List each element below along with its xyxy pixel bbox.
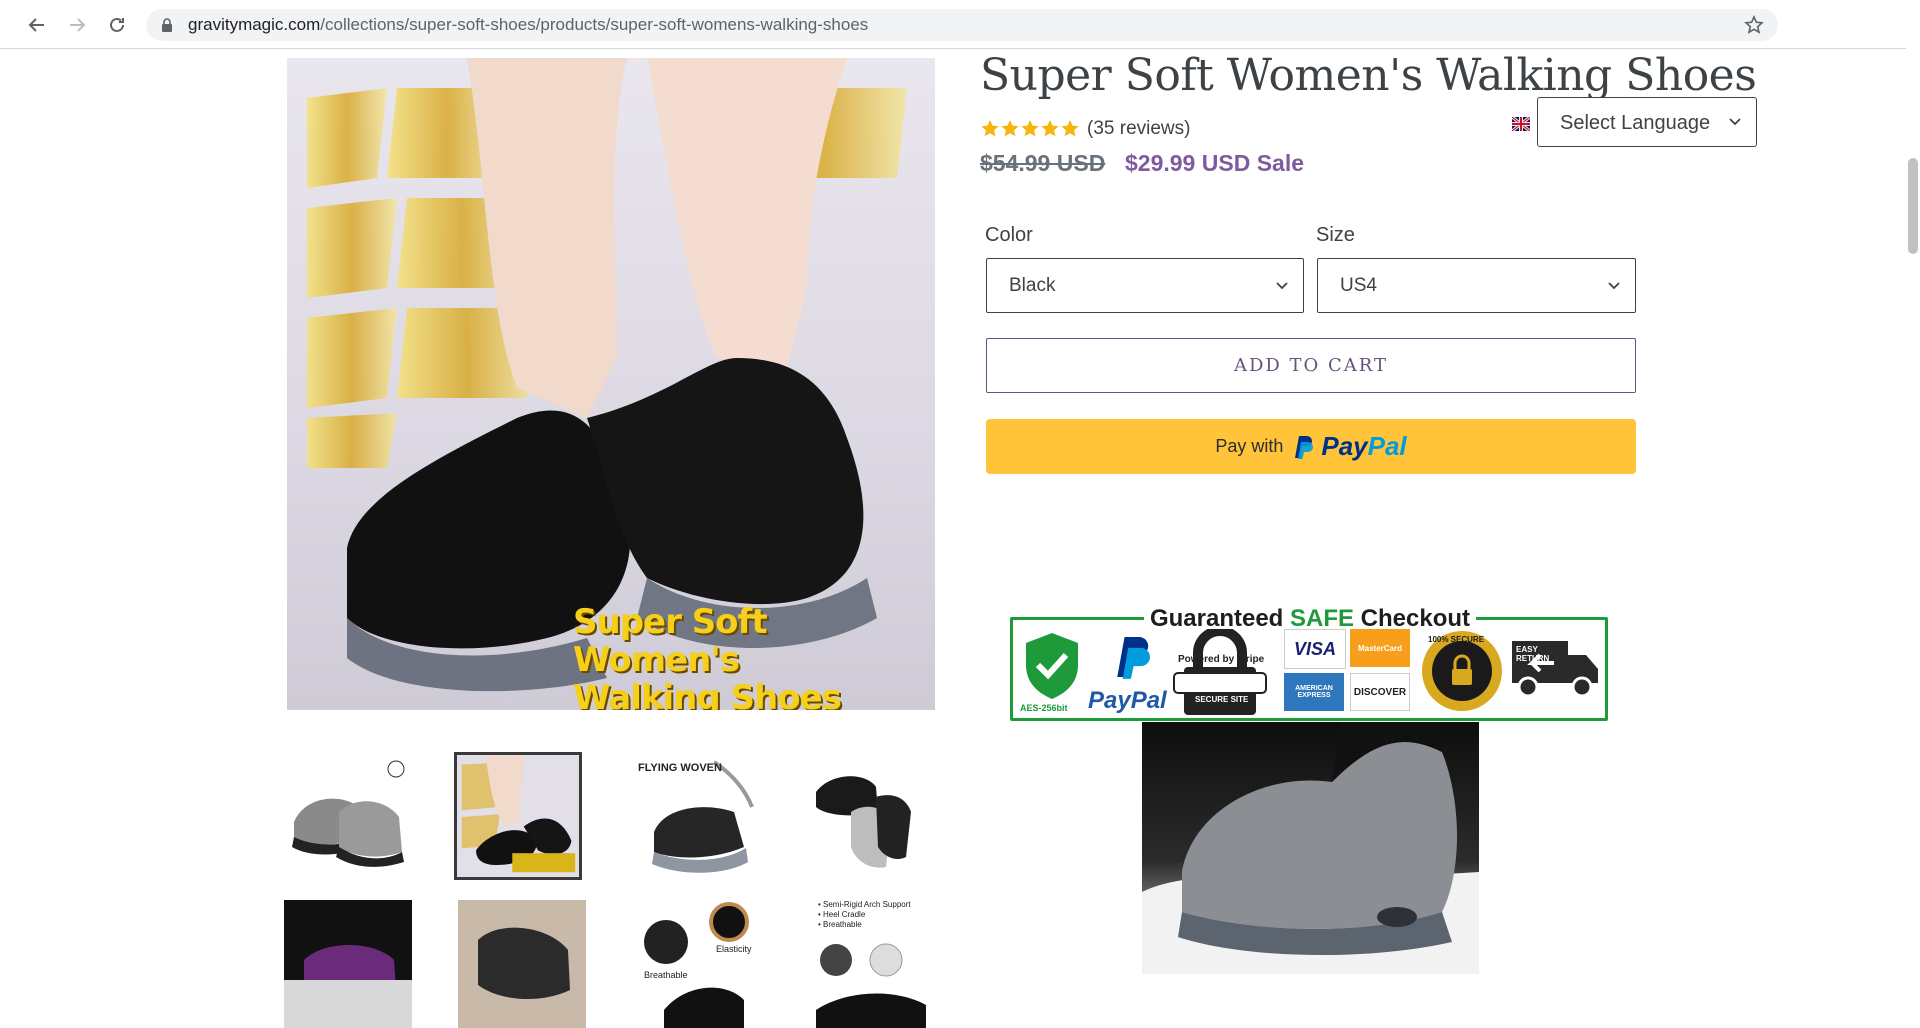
gray-shoe-image [1142,722,1479,974]
chevron-down-icon [1729,118,1741,126]
safe-checkout-badge: Guaranteed SAFE Checkout AES-256bit PayP… [1010,605,1610,723]
paypal-badge-label: PayPal [1088,687,1167,714]
arch-support-thumb-image [816,943,926,1028]
reload-icon [110,17,124,32]
main-image-caption: Super Soft Women's Walking Shoes [573,602,842,710]
product-thumbnail[interactable]: Elasticity Breathable [634,900,762,1028]
reload-button[interactable] [102,10,132,40]
product-thumbnail[interactable] [806,752,934,880]
chevron-down-icon [1608,282,1620,290]
aes-label: AES-256bit [1020,703,1068,713]
address-bar[interactable]: gravitymagic.com/collections/super-soft-… [146,9,1778,41]
main-product-image[interactable]: Super Soft Women's Walking Shoes [287,58,935,710]
walking-shoes-thumb-image [458,900,586,1028]
language-dropdown[interactable]: Select Language [1537,97,1757,147]
uk-flag-icon [1512,117,1530,131]
product-thumbnail[interactable] [284,752,412,880]
lock-icon [162,18,172,32]
thumb-caption: FLYING WOVEN [638,762,722,774]
bookmark-star-icon[interactable] [1744,15,1764,35]
visa-card-icon: VISA [1284,629,1346,669]
paypal-logo-icon [1295,435,1314,459]
paypal-wordmark: PayPal [1321,431,1407,461]
color-select[interactable]: Black [986,258,1304,313]
page-scrollbar[interactable] [1906,48,1920,994]
browser-toolbar: gravitymagic.com/collections/super-soft-… [0,0,1920,49]
scrollbar-thumb[interactable] [1908,158,1918,254]
forward-button[interactable] [62,10,92,40]
thumb-label: Breathable [644,970,688,980]
mastercard-icon: MasterCard [1350,629,1410,667]
product-title: Super Soft Women's Walking Shoes [980,50,1757,101]
paypal-logo-icon [1117,637,1150,679]
size-label: Size [1316,224,1355,246]
easy-return-label: EASY RETURN [1516,645,1550,663]
reviews-link[interactable]: (35 reviews) [1087,118,1190,140]
gray-shoes-thumb-image [284,752,412,880]
product-thumbnail[interactable]: • Semi-Rigid Arch Support • Heel Cradle … [806,900,934,1028]
size-select[interactable]: US4 [1317,258,1636,313]
black-shoes-thumb-image [457,755,579,877]
chevron-down-icon [1276,282,1288,290]
color-label: Color [985,224,1033,246]
discover-card-icon: DISCOVER [1350,673,1410,711]
thumb-label: Elasticity [716,944,752,954]
product-thumbnail[interactable] [458,900,586,1028]
shield-check-icon [1026,633,1078,699]
back-button[interactable] [22,10,52,40]
arrow-right-icon [70,18,86,32]
paypal-button[interactable]: Pay with PayPal [986,419,1636,474]
rating-stars-icon[interactable] [980,118,1080,140]
regular-price: $54.99 USD [980,150,1106,176]
shoe-features-thumb-image [806,752,934,880]
arrow-left-icon [28,18,44,32]
secure-seal-label: 100% SECURE [1428,635,1485,644]
elasticity-thumb-image [634,900,762,1028]
product-demo-image[interactable] [1142,722,1479,974]
add-to-cart-button[interactable]: ADD TO CART [986,338,1636,393]
purple-shoe-thumb-image [284,900,412,1028]
product-thumbnail-active[interactable] [454,752,582,880]
stripe-label: Powered by stripe [1178,654,1265,665]
url-text: gravitymagic.com/collections/super-soft-… [188,15,869,34]
sale-price: $29.99 USD Sale [1125,150,1305,176]
product-thumbnail[interactable]: FLYING WOVEN [634,752,762,880]
amex-card-icon: AMERICAN EXPRESS [1284,673,1344,711]
secure-site-label: SECURE SITE [1195,695,1249,704]
product-thumbnail[interactable] [284,900,412,1028]
